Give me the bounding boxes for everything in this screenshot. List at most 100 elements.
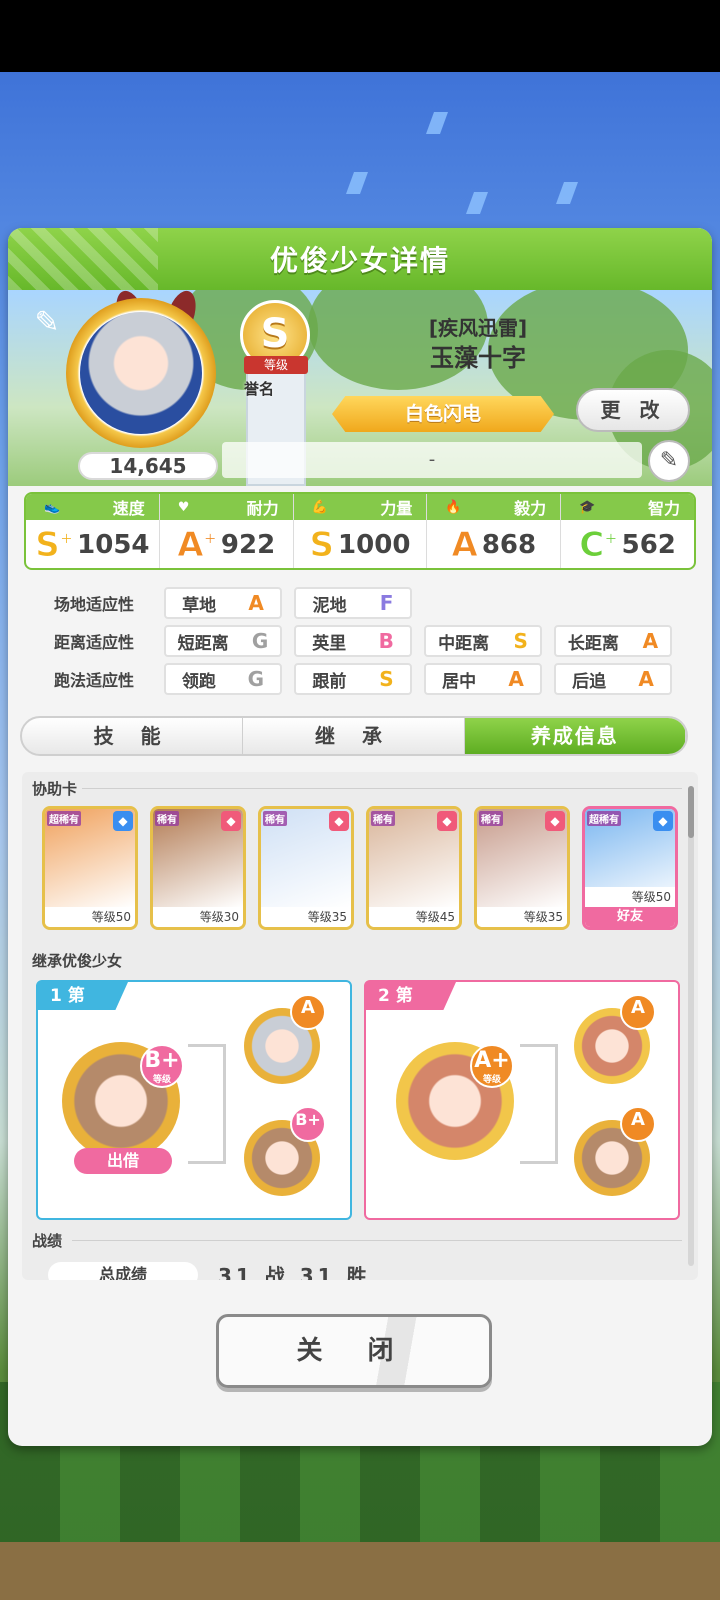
scrollbar-track[interactable] <box>688 786 694 1266</box>
stat-3: 🔥 毅力 A 868 <box>427 494 562 568</box>
inherit-slot-2[interactable]: 2 第 A+ 等级 A A <box>364 980 680 1220</box>
record-heading: 战绩 <box>32 1232 63 1250</box>
detail-tabs: 技 能 继 承 养成信息 <box>20 716 688 756</box>
support-card-0[interactable]: 超稀有 ◆ 等级50 <box>42 806 138 930</box>
rarity-badge: 稀有 <box>263 811 287 826</box>
aptitude-track-1: 泥地 F <box>294 587 412 619</box>
support-card-5[interactable]: 超稀有 ◆ 等级50 好友 <box>582 806 678 930</box>
total-record-value: 31 战 31 胜 <box>218 1264 371 1280</box>
stat-value: 1000 <box>338 530 411 560</box>
aptitude-name: 泥地 <box>312 595 347 616</box>
aptitude-label: 场地适应性 <box>53 595 134 614</box>
stat-label: 智力 <box>647 499 680 518</box>
stat-grade: A <box>451 525 478 566</box>
rarity-badge: 超稀有 <box>587 811 621 826</box>
aptitude-name: 后追 <box>572 671 607 692</box>
support-card-2[interactable]: 稀有 ◆ 等级35 <box>258 806 354 930</box>
edit-pencil-icon[interactable]: ✎ <box>648 440 690 482</box>
support-card-1[interactable]: 稀有 ◆ 等级30 <box>150 806 246 930</box>
tab-training-info[interactable]: 养成信息 <box>464 718 686 754</box>
dialog-title: 优俊少女详情 <box>269 244 450 277</box>
close-button[interactable]: 关 闭 <box>216 1314 492 1388</box>
total-record-label: 总成绩 <box>48 1262 198 1280</box>
speed-icon: ◆ <box>113 811 133 831</box>
aptitude-name: 草地 <box>182 595 217 616</box>
aptitude-name: 长距离 <box>567 633 619 654</box>
horse-girl-detail-dialog: 优俊少女详情 ✎ 14,645 S 等级 誉名 [疾风迅雷] 玉藻十字 白色闪电… <box>8 228 712 1446</box>
style-aptitude-row: 跑法适应性 领跑 G 跟前 S 居中 A 后追 A <box>24 662 684 696</box>
stat-grade: C+ <box>579 525 618 566</box>
aptitude-name: 英里 <box>312 633 347 654</box>
support-card-level: 等级30 <box>153 907 243 927</box>
training-info-panel[interactable]: 协助卡 超稀有 ◆ 等级50 稀有 ◆ 等级30 稀有 ◆ 等级35 稀有 ◆ … <box>22 772 698 1280</box>
aptitude-grade: A <box>508 667 524 691</box>
tab-skills[interactable]: 技 能 <box>22 718 244 754</box>
inherit-slot-2-parent-1-grade: A <box>620 994 656 1030</box>
fire-icon: 🔥 <box>445 499 462 515</box>
rarity-badge: 超稀有 <box>47 811 81 826</box>
comment-field: - <box>222 442 642 478</box>
aptitude-name: 居中 <box>442 671 477 692</box>
stat-value: 562 <box>621 530 676 560</box>
stat-4: 🎓 智力 C+ 562 <box>561 494 694 568</box>
honor-label: 誉名 <box>244 380 275 398</box>
distance-aptitude-row: 距离适应性 短距离 G 英里 B 中距离 S 长距离 A <box>24 624 684 658</box>
support-card-level: 等级45 <box>369 907 459 927</box>
stats-panel: 👟 速度 S+ 1054 ♥ 耐力 A+ 922 💪 力量 S 1000 🔥 毅力 A 868 🎓 智力 … <box>24 492 696 570</box>
aptitude-grade: S <box>513 629 528 653</box>
stat-1: ♥ 耐力 A+ 922 <box>159 494 294 568</box>
title-banner: 白色闪电 <box>332 396 554 432</box>
inherit-slot-2-main-grade: A+ 等级 <box>470 1044 514 1088</box>
aptitude-style-3: 后追 A <box>554 663 672 695</box>
aptitude-label: 距离适应性 <box>53 633 134 652</box>
aptitude-grade: A <box>642 629 659 653</box>
dialog-titlebar: 优俊少女详情 <box>8 228 712 290</box>
stat-grade: A+ <box>177 525 218 566</box>
stat-value: 1054 <box>77 530 150 560</box>
support-card-level: 等级35 <box>477 907 567 927</box>
support-card-4[interactable]: 稀有 ◆ 等级35 <box>474 806 570 930</box>
aptitude-distance-2: 中距离 S <box>424 625 542 657</box>
track-aptitude-row: 场地适应性 草地 A 泥地 F <box>24 586 424 620</box>
stat-grade: S+ <box>35 525 74 566</box>
inherit-slot-2-parent-2-grade: A <box>620 1106 656 1142</box>
stat-2: 💪 力量 S 1000 <box>293 494 428 568</box>
stat-grade: S <box>309 525 335 566</box>
aptitude-style-1: 跟前 S <box>294 663 412 695</box>
inherit-slot-1-tag: 1 第 <box>38 982 128 1010</box>
aptitude-grade: A <box>248 591 264 615</box>
support-cards-heading: 协助卡 <box>32 780 78 798</box>
support-card-level: 等级35 <box>261 907 351 927</box>
shoe-icon: 👟 <box>44 499 61 515</box>
fan-count: 14,645 <box>78 452 218 480</box>
scrollbar-thumb[interactable] <box>688 786 694 838</box>
support-card-3[interactable]: 稀有 ◆ 等级45 <box>366 806 462 930</box>
power-icon: ◆ <box>329 811 349 831</box>
change-title-button[interactable]: 更 改 <box>576 388 690 432</box>
inherit-slot-1-main-grade: B+ 等级 <box>140 1044 184 1088</box>
aptitude-distance-3: 长距离 A <box>554 625 672 657</box>
muscle-icon: 💪 <box>311 499 328 515</box>
aptitude-style-2: 居中 A <box>424 663 542 695</box>
inherit-slot-1[interactable]: 1 第 B+ 等级 出借 A B+ <box>36 980 352 1220</box>
inherit-slot-1-parent-2-grade: B+ <box>290 1106 326 1142</box>
aptitude-distance-0: 短距离 G <box>164 625 282 657</box>
avatar[interactable] <box>80 312 202 434</box>
lend-badge: 出借 <box>74 1148 172 1174</box>
horse-name: 玉藻十字 <box>430 344 526 372</box>
stat-0: 👟 速度 S+ 1054 <box>26 494 160 568</box>
support-card-level: 等级50 <box>585 887 675 907</box>
tab-inherit[interactable]: 继 承 <box>243 718 465 754</box>
inherit-slot-1-parent-1-grade: A <box>290 994 326 1030</box>
stat-label: 速度 <box>112 499 145 518</box>
aptitude-name: 领跑 <box>181 671 216 692</box>
inherit-slot-2-tag: 2 第 <box>366 982 456 1010</box>
aptitude-grade: F <box>379 591 394 615</box>
aptitude-name: 跟前 <box>312 671 347 692</box>
aptitude-label: 跑法适应性 <box>53 671 134 690</box>
aptitude-name: 中距离 <box>438 633 490 654</box>
aptitude-name: 短距离 <box>177 633 229 654</box>
power-icon: ◆ <box>545 811 565 831</box>
carrot-icon[interactable]: ✎ <box>28 304 66 342</box>
support-card-level: 等级50 <box>45 907 135 927</box>
